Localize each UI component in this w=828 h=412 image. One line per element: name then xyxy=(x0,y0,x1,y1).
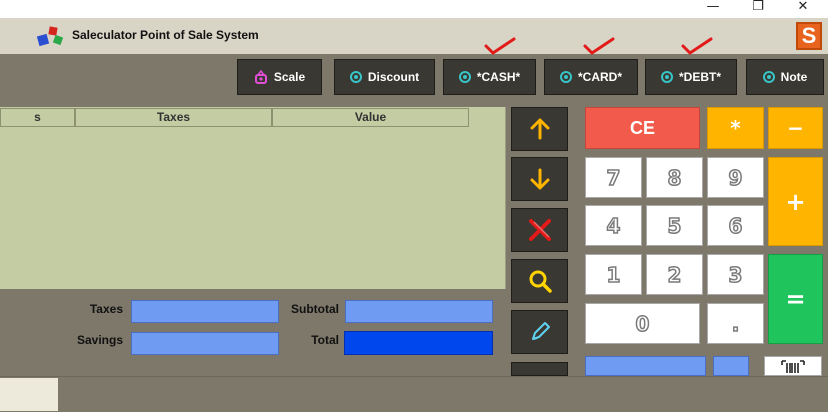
quantity-input-field[interactable] xyxy=(713,356,749,376)
status-bar xyxy=(0,376,828,412)
radio-target-icon xyxy=(559,71,572,83)
scale-button-label: Scale xyxy=(273,70,306,84)
total-field xyxy=(344,331,493,355)
equals-button[interactable]: = xyxy=(768,254,823,344)
scale-button[interactable]: Scale xyxy=(237,59,322,95)
move-down-button[interactable] xyxy=(511,157,568,201)
status-panel xyxy=(0,378,58,411)
price-input-field[interactable] xyxy=(585,356,706,376)
close-button[interactable]: ✕ xyxy=(790,0,816,18)
subtotal-label: Subtotal xyxy=(291,302,339,316)
magnifier-icon xyxy=(529,270,552,293)
taxes-label: Taxes xyxy=(89,302,123,316)
card-button-label: *CARD* xyxy=(577,70,622,84)
column-header[interactable]: s xyxy=(0,108,75,127)
radio-target-icon xyxy=(458,71,471,83)
note-button-label: Note xyxy=(780,70,808,84)
key-4[interactable]: 4 xyxy=(585,205,642,246)
radio-target-icon xyxy=(349,71,362,83)
cash-button-label: *CASH* xyxy=(476,70,521,84)
multiply-button[interactable]: * xyxy=(707,107,764,149)
column-header-taxes[interactable]: Taxes xyxy=(75,108,272,127)
plus-button[interactable]: + xyxy=(768,157,823,246)
check-mark-icon xyxy=(583,37,615,55)
minimize-button[interactable]: — xyxy=(700,0,726,18)
note-button[interactable]: Note xyxy=(746,59,824,95)
edit-line-button[interactable] xyxy=(511,310,568,354)
card-button[interactable]: *CARD* xyxy=(544,59,638,95)
key-0[interactable]: 0 xyxy=(585,303,700,344)
cash-button[interactable]: *CASH* xyxy=(443,59,536,95)
more-button[interactable] xyxy=(511,362,568,376)
key-3[interactable]: 3 xyxy=(707,254,764,295)
key-6[interactable]: 6 xyxy=(707,205,764,246)
arrow-down-icon xyxy=(530,168,549,190)
discount-button-label: Discount xyxy=(367,70,420,84)
taxes-field xyxy=(131,300,279,323)
barcode-button[interactable] xyxy=(764,356,822,376)
total-label: Total xyxy=(311,333,339,347)
key-2[interactable]: 2 xyxy=(646,254,703,295)
ticket-lines-table[interactable] xyxy=(0,107,506,289)
app-logo-icon xyxy=(36,26,64,47)
arrow-up-icon xyxy=(530,118,549,140)
key-5[interactable]: 5 xyxy=(646,205,703,246)
minus-button[interactable]: − xyxy=(768,107,823,149)
app-title: Saleculator Point of Sale System xyxy=(72,28,259,42)
radio-target-icon xyxy=(762,71,775,83)
radio-target-icon xyxy=(660,71,673,83)
barcode-icon xyxy=(781,360,805,373)
move-up-button[interactable] xyxy=(511,107,568,151)
key-8[interactable]: 8 xyxy=(646,157,703,198)
discount-button[interactable]: Discount xyxy=(334,59,435,95)
key-9[interactable]: 9 xyxy=(707,157,764,198)
key-1[interactable]: 1 xyxy=(585,254,642,295)
subtotal-field xyxy=(345,300,493,323)
brand-logo-icon: S xyxy=(796,22,822,50)
pencil-icon xyxy=(531,322,550,340)
red-x-icon xyxy=(528,219,551,241)
scale-icon xyxy=(254,70,267,84)
savings-field xyxy=(131,332,279,355)
check-mark-icon xyxy=(681,37,713,55)
savings-label: Savings xyxy=(76,333,123,347)
debt-button-label: *DEBT* xyxy=(678,70,721,84)
key-7[interactable]: 7 xyxy=(585,157,642,198)
delete-line-button[interactable] xyxy=(511,208,568,252)
decimal-point-button[interactable]: . xyxy=(707,303,764,344)
debt-button[interactable]: *DEBT* xyxy=(645,59,737,95)
search-button[interactable] xyxy=(511,259,568,303)
maximize-button[interactable]: ❐ xyxy=(745,0,771,18)
column-header-value[interactable]: Value xyxy=(272,108,469,127)
clear-entry-button[interactable]: CE xyxy=(585,107,700,149)
check-mark-icon xyxy=(484,37,516,55)
